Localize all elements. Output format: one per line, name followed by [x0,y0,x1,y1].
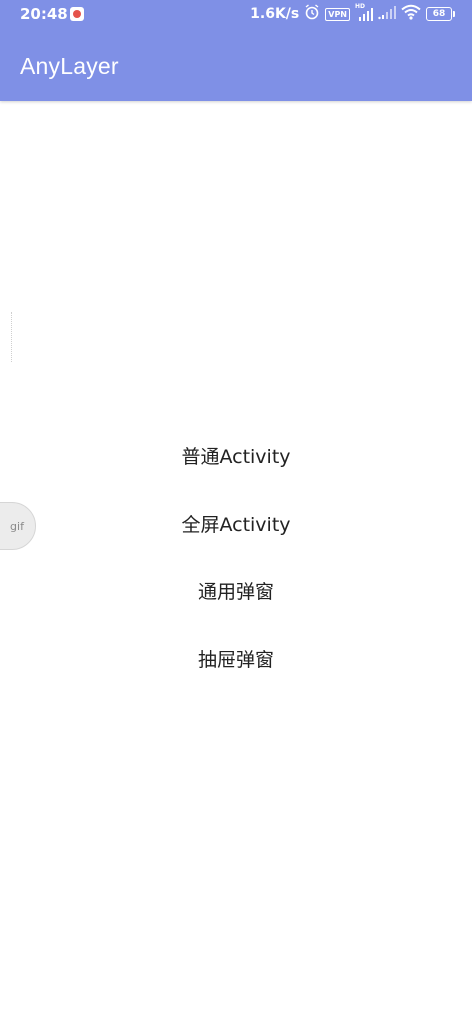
menu-list: 普通Activity 全屏Activity 通用弹窗 抽屉弹窗 [0,432,472,702]
app-bar: 20:48 1.6K/s VPN HD 68 AnyLayer [0,0,472,101]
status-indicators: 1.6K/s VPN HD 68 [250,3,455,24]
status-time: 20:48 [20,5,68,23]
notification-app-icon [70,7,84,21]
network-speed: 1.6K/s [250,6,300,22]
fullscreen-activity-button[interactable]: 全屏Activity [0,500,472,568]
normal-activity-button[interactable]: 普通Activity [0,432,472,500]
edge-divider [11,312,12,362]
battery-icon: 68 [426,7,455,21]
alarm-icon [304,4,320,24]
signal-icon [378,4,396,24]
wifi-icon [401,4,421,24]
toolbar-title: AnyLayer [20,53,119,79]
common-dialog-button[interactable]: 通用弹窗 [0,567,472,635]
status-bar: 20:48 1.6K/s VPN HD 68 [0,0,472,30]
drawer-dialog-button[interactable]: 抽屉弹窗 [0,635,472,703]
vpn-badge: VPN [325,7,350,21]
app-screen: 20:48 1.6K/s VPN HD 68 AnyLayer gif 普通Ac… [0,0,472,1015]
signal-hd-icon: HD [355,3,373,22]
